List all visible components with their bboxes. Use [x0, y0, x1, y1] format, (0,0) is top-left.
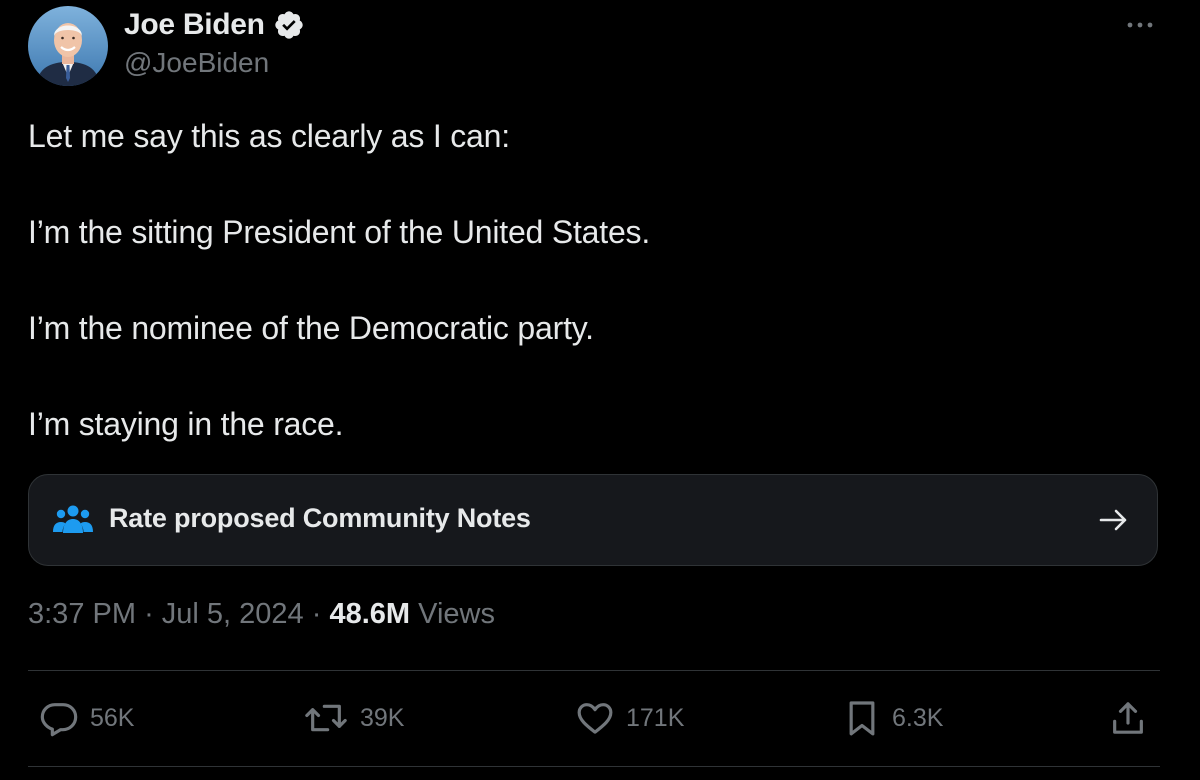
author-handle[interactable]: @JoeBiden: [124, 47, 269, 79]
verified-badge-icon[interactable]: [273, 9, 305, 41]
bookmark-button[interactable]: 6.3K: [842, 696, 943, 740]
meta-separator: ·: [311, 598, 322, 630]
tweet: Joe Biden @JoeBiden Let me say this as c…: [0, 0, 1200, 780]
tweet-meta: 3:37 PM · Jul 5, 2024 · 48.6M Views: [28, 598, 495, 631]
tweet-paragraph: I’m staying in the race.: [28, 406, 344, 442]
more-options-icon[interactable]: [1122, 10, 1158, 40]
tweet-paragraph: I’m the nominee of the Democratic party.: [28, 310, 594, 346]
repost-icon: [302, 698, 350, 738]
tweet-time[interactable]: 3:37 PM: [28, 598, 136, 630]
avatar[interactable]: [28, 6, 108, 86]
bookmark-count: 6.3K: [892, 703, 944, 732]
rate-community-notes-button[interactable]: Rate proposed Community Notes: [28, 474, 1158, 566]
author-name-row[interactable]: Joe Biden: [124, 6, 305, 44]
like-count: 171K: [626, 703, 685, 732]
reply-count: 56K: [90, 703, 135, 732]
views-label: Views: [418, 598, 495, 630]
tweet-paragraph: Let me say this as clearly as I can:: [28, 118, 510, 154]
tweet-date[interactable]: Jul 5, 2024: [162, 598, 304, 630]
community-notes-icon: [53, 503, 93, 537]
author-display-name[interactable]: Joe Biden: [124, 8, 265, 42]
share-icon: [1108, 697, 1148, 739]
repost-count: 39K: [360, 703, 405, 732]
divider: [28, 766, 1160, 767]
share-button[interactable]: [1108, 696, 1148, 740]
community-notes-label: Rate proposed Community Notes: [109, 503, 531, 533]
meta-separator: ·: [144, 598, 154, 630]
reply-icon: [38, 698, 80, 738]
tweet-text: Let me say this as clearly as I can: I’m…: [28, 112, 1168, 496]
views-count: 48.6M: [329, 598, 411, 630]
arrow-right-icon: [1097, 505, 1131, 535]
bookmark-icon: [842, 697, 882, 739]
like-button[interactable]: 171K: [574, 696, 684, 740]
tweet-paragraph: I’m the sitting President of the United …: [28, 214, 651, 250]
reply-button[interactable]: 56K: [38, 696, 134, 740]
heart-icon: [574, 698, 616, 738]
divider: [28, 670, 1160, 671]
repost-button[interactable]: 39K: [302, 696, 404, 740]
